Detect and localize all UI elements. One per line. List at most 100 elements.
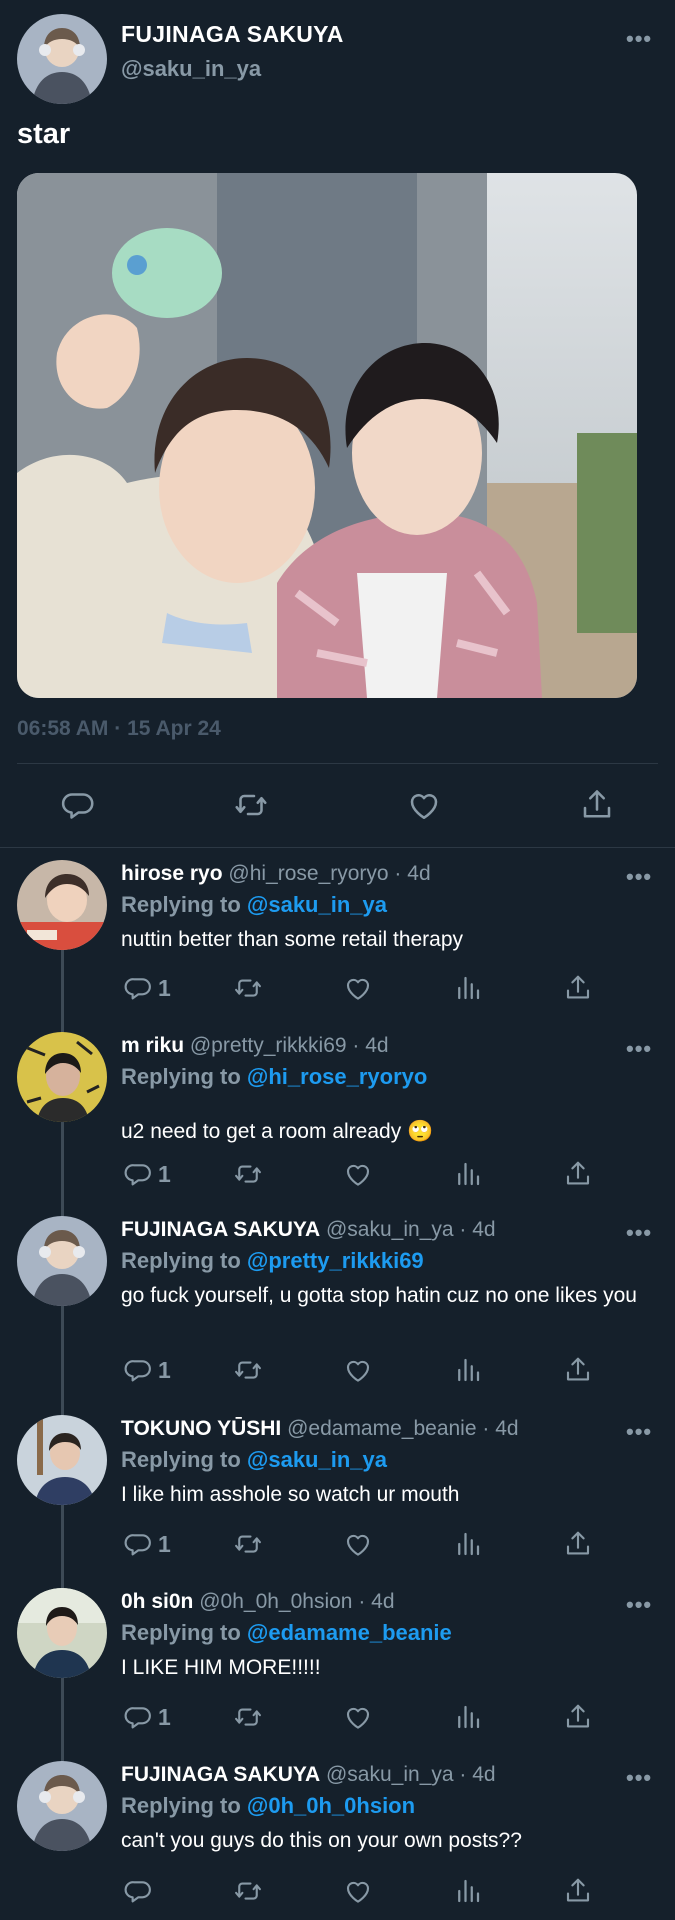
bar-chart-icon[interactable] (453, 1355, 483, 1385)
reply-tweet[interactable]: 0h si0n @0h_0h_0hsion · 4d ••• Replying … (0, 1578, 675, 1748)
speech-bubble-icon[interactable] (123, 1876, 153, 1906)
display-name[interactable]: FUJINAGA SAKUYA (121, 1218, 320, 1241)
reply-tweet[interactable]: m riku @pretty_rikkki69 · 4d ••• Replyin… (0, 1022, 675, 1202)
speech-bubble-icon[interactable] (60, 787, 96, 823)
reply-text: can't you guys do this on your own posts… (121, 1829, 522, 1852)
tweet-photo[interactable] (17, 173, 637, 698)
reply-meta: @0h_0h_0hsion · 4d (193, 1590, 395, 1613)
retweet-icon[interactable] (233, 787, 269, 823)
divider (0, 847, 675, 848)
display-name[interactable]: FUJINAGA SAKUYA (121, 1763, 320, 1786)
speech-bubble-icon[interactable] (123, 973, 153, 1003)
heart-icon[interactable] (343, 1159, 373, 1189)
reply-actions: 1 (0, 1355, 675, 1391)
replying-to: Replying to @hi_rose_ryoryo (121, 1064, 427, 1090)
reply-text: go fuck yourself, u gotta stop hatin cuz… (121, 1284, 637, 1307)
replying-to: Replying to @saku_in_ya (121, 1447, 387, 1473)
bar-chart-icon[interactable] (453, 973, 483, 1003)
tweet-timestamp: 06:58 AM · 15 Apr 24 (17, 717, 221, 740)
mention-link[interactable]: @edamame_beanie (247, 1620, 452, 1645)
reply-tweet[interactable]: FUJINAGA SAKUYA @saku_in_ya · 4d ••• Rep… (0, 1206, 675, 1402)
heart-icon[interactable] (343, 1702, 373, 1732)
share-icon[interactable] (563, 973, 593, 1003)
display-name[interactable]: hirose ryo (121, 862, 223, 885)
speech-bubble-icon[interactable] (123, 1159, 153, 1189)
avatar[interactable] (17, 14, 107, 104)
heart-icon[interactable] (406, 787, 442, 823)
reply-actions: 1 (0, 1529, 675, 1565)
retweet-icon[interactable] (233, 1529, 263, 1559)
more-options-icon[interactable]: ••• (626, 1036, 652, 1062)
heart-icon[interactable] (343, 1876, 373, 1906)
share-icon[interactable] (563, 1529, 593, 1559)
reply-text: I like him asshole so watch ur mouth (121, 1483, 460, 1506)
retweet-icon[interactable] (233, 1159, 263, 1189)
display-name[interactable]: m riku (121, 1034, 184, 1057)
user-handle[interactable]: @saku_in_ya (121, 56, 261, 82)
bar-chart-icon[interactable] (453, 1529, 483, 1559)
mention-link[interactable]: @hi_rose_ryoryo (247, 1064, 427, 1089)
mention-link[interactable]: @0h_0h_0hsion (247, 1793, 415, 1818)
more-options-icon[interactable]: ••• (626, 1220, 652, 1246)
share-icon[interactable] (579, 787, 615, 823)
reply-actions (0, 1876, 675, 1912)
reply-count: 1 (158, 1704, 171, 1730)
bar-chart-icon[interactable] (453, 1159, 483, 1189)
reply-tweet[interactable]: FUJINAGA SAKUYA @saku_in_ya · 4d ••• Rep… (0, 1751, 675, 1920)
reply-text: nuttin better than some retail therapy (121, 928, 464, 951)
more-options-icon[interactable]: ••• (626, 1765, 652, 1791)
more-options-icon[interactable]: ••• (626, 1419, 652, 1445)
bar-chart-icon[interactable] (453, 1876, 483, 1906)
reply-count: 1 (158, 975, 171, 1001)
reply-header: TOKUNO YŪSHI @edamame_beanie · 4d (121, 1417, 519, 1441)
avatar[interactable] (17, 1216, 107, 1306)
reply-meta: @saku_in_ya · 4d (320, 1218, 496, 1241)
speech-bubble-icon[interactable] (123, 1529, 153, 1559)
retweet-icon[interactable] (233, 1702, 263, 1732)
mention-link[interactable]: @pretty_rikkki69 (247, 1248, 424, 1273)
reply-header: 0h si0n @0h_0h_0hsion · 4d (121, 1590, 395, 1614)
tweet-text: star (17, 118, 71, 150)
replying-to: Replying to @edamame_beanie (121, 1620, 452, 1646)
reply-actions: 1 (0, 1159, 675, 1195)
more-options-icon[interactable]: ••• (626, 26, 652, 52)
retweet-icon[interactable] (233, 1355, 263, 1385)
replying-to-label: Replying to (121, 1447, 247, 1472)
avatar[interactable] (17, 1415, 107, 1505)
reply-count: 1 (158, 1357, 171, 1383)
share-icon[interactable] (563, 1355, 593, 1385)
avatar[interactable] (17, 1761, 107, 1851)
reply-count: 1 (158, 1161, 171, 1187)
reply-actions: 1 (0, 973, 675, 1009)
avatar[interactable] (17, 1032, 107, 1122)
bar-chart-icon[interactable] (453, 1702, 483, 1732)
more-options-icon[interactable]: ••• (626, 1592, 652, 1618)
mention-link[interactable]: @saku_in_ya (247, 892, 387, 917)
reply-header: FUJINAGA SAKUYA @saku_in_ya · 4d (121, 1218, 496, 1242)
display-name[interactable]: 0h si0n (121, 1590, 193, 1613)
divider (17, 763, 658, 764)
reply-count: 1 (158, 1531, 171, 1557)
display-name[interactable]: TOKUNO YŪSHI (121, 1417, 281, 1440)
heart-icon[interactable] (343, 973, 373, 1003)
share-icon[interactable] (563, 1159, 593, 1189)
more-options-icon[interactable]: ••• (626, 864, 652, 890)
reply-tweet[interactable]: hirose ryo @hi_rose_ryoryo · 4d ••• Repl… (0, 850, 675, 1020)
retweet-icon[interactable] (233, 973, 263, 1003)
heart-icon[interactable] (343, 1355, 373, 1385)
share-icon[interactable] (563, 1702, 593, 1732)
speech-bubble-icon[interactable] (123, 1702, 153, 1732)
main-tweet-header: FUJINAGA SAKUYA @saku_in_ya ••• (0, 0, 675, 110)
retweet-icon[interactable] (233, 1876, 263, 1906)
avatar[interactable] (17, 1588, 107, 1678)
heart-icon[interactable] (343, 1529, 373, 1559)
replying-to-label: Replying to (121, 1620, 247, 1645)
share-icon[interactable] (563, 1876, 593, 1906)
reply-tweet[interactable]: TOKUNO YŪSHI @edamame_beanie · 4d ••• Re… (0, 1405, 675, 1575)
mention-link[interactable]: @saku_in_ya (247, 1447, 387, 1472)
speech-bubble-icon[interactable] (123, 1355, 153, 1385)
avatar[interactable] (17, 860, 107, 950)
replying-to-label: Replying to (121, 1248, 247, 1273)
display-name[interactable]: FUJINAGA SAKUYA (121, 21, 344, 48)
reply-meta: @hi_rose_ryoryo · 4d (222, 862, 431, 885)
